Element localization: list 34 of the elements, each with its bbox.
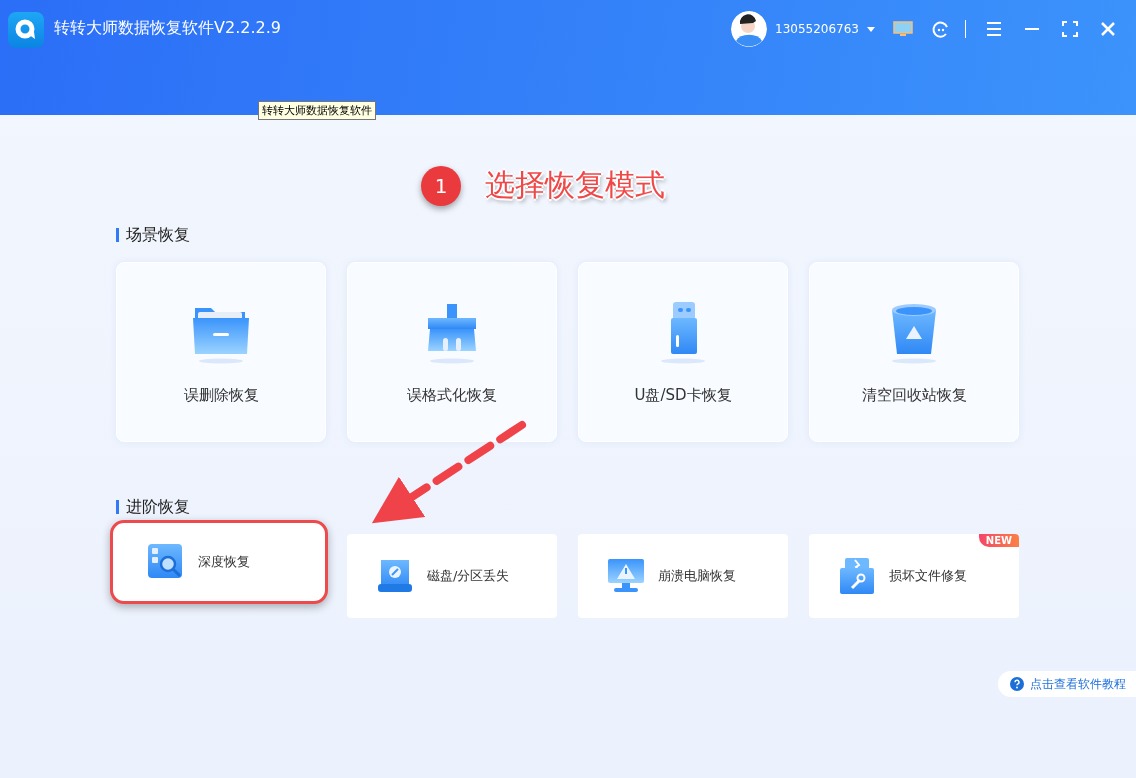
caret-icon[interactable] <box>867 26 875 32</box>
card-label: 损坏文件修复 <box>889 567 967 585</box>
card-label: 误格式化恢复 <box>407 385 497 405</box>
section-title: 进阶恢复 <box>116 500 1020 514</box>
menu-icon[interactable] <box>984 19 1004 39</box>
card-label: 深度恢复 <box>198 553 250 571</box>
recovery-mode-card[interactable]: 磁盘/分区丢失 <box>347 534 557 618</box>
recovery-mode-card[interactable]: 崩溃电脑恢复 <box>578 534 788 618</box>
help-link[interactable]: 点击查看软件教程 <box>998 671 1136 697</box>
help-label[interactable]: 点击查看软件教程 <box>1030 675 1126 693</box>
recovery-mode-card[interactable]: U盘/SD卡恢复 <box>578 262 788 442</box>
recovery-mode-card[interactable]: 深度恢复 <box>110 520 328 604</box>
new-badge: NEW <box>978 534 1019 547</box>
annotation-text: 选择恢复模式 <box>485 166 665 204</box>
section-title: 场景恢复 <box>116 228 1020 242</box>
monitor-icon[interactable] <box>893 19 913 39</box>
recovery-mode-card[interactable]: 误格式化恢复 <box>347 262 557 442</box>
wrench-box-icon <box>837 556 877 596</box>
avatar-icon[interactable] <box>731 11 767 47</box>
recovery-mode-card[interactable]: 误删除恢复 <box>116 262 326 442</box>
help-icon <box>1010 677 1024 691</box>
card-label: U盘/SD卡恢复 <box>634 385 732 405</box>
recovery-mode-card[interactable]: 损坏文件修复 NEW <box>809 534 1019 618</box>
card-label: 清空回收站恢复 <box>861 385 967 405</box>
maximize-icon[interactable] <box>1060 19 1080 39</box>
chat-icon[interactable] <box>931 19 951 39</box>
app-logo <box>8 12 44 48</box>
tooltip: 转转大师数据恢复软件 <box>258 101 376 120</box>
window-title: 转转大师数据恢复软件V2.2.2.9 <box>54 18 281 39</box>
step-number: 1 <box>421 165 461 206</box>
card-label: 误删除恢复 <box>183 385 259 405</box>
recovery-mode-card[interactable]: 清空回收站恢复 <box>809 262 1019 442</box>
card-label: 崩溃电脑恢复 <box>658 567 736 585</box>
card-label: 磁盘/分区丢失 <box>427 567 510 585</box>
